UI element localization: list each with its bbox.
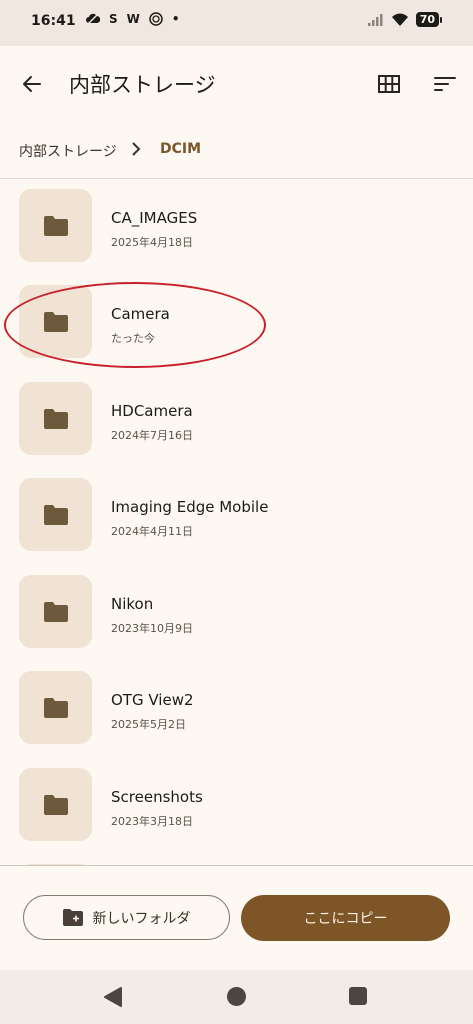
folder-thumbnail (19, 478, 92, 551)
new-folder-button[interactable]: 新しいフォルダ (23, 895, 230, 940)
breadcrumb: 内部ストレージ DCIM (0, 122, 473, 178)
folder-thumbnail (19, 189, 92, 262)
notification-icons: S W • (86, 12, 180, 26)
bottom-action-bar: 新しいフォルダ ここにコピー (0, 866, 473, 970)
sort-icon (434, 77, 456, 91)
folder-icon (43, 408, 68, 429)
folder-date: 2024年4月11日 (111, 525, 193, 538)
folder-name: HDCamera (111, 402, 193, 420)
folder-date: 2024年7月16日 (111, 429, 193, 442)
list-item-partial[interactable] (0, 854, 473, 865)
folder-name: Imaging Edge Mobile (111, 498, 269, 516)
list-item[interactable]: OTG View2 2025年5月2日 (0, 661, 473, 757)
nav-back-icon[interactable] (104, 987, 122, 1007)
top-app-bar: 内部ストレージ (0, 46, 473, 122)
folder-thumbnail (19, 382, 92, 455)
folder-date: 2025年5月2日 (111, 718, 186, 731)
dot-icon: • (171, 12, 180, 26)
chevron-right-icon (132, 142, 141, 156)
list-item[interactable]: Imaging Edge Mobile 2024年4月11日 (0, 468, 473, 564)
nav-home-icon[interactable] (227, 987, 246, 1006)
list-item[interactable]: Camera たった今 (0, 275, 473, 371)
nfc-icon (149, 12, 163, 26)
w-app-icon: W (126, 12, 140, 26)
system-icons: 70 (367, 12, 443, 27)
status-time: 16:41 (31, 13, 76, 29)
page-title: 内部ストレージ (69, 73, 216, 97)
new-folder-label: 新しいフォルダ (92, 910, 191, 927)
folder-name: OTG View2 (111, 691, 194, 709)
list-item[interactable]: HDCamera 2024年7月16日 (0, 372, 473, 468)
list-item[interactable]: Nikon 2023年10月9日 (0, 565, 473, 661)
folder-icon (43, 215, 68, 236)
status-bar: 16:41 S W • 70 (0, 0, 473, 46)
grid-view-icon (378, 75, 400, 93)
folder-name: Screenshots (111, 788, 203, 806)
back-button[interactable] (14, 66, 50, 102)
folder-date: 2023年10月9日 (111, 622, 193, 635)
folder-name: CA_IMAGES (111, 209, 198, 227)
folder-thumbnail (19, 768, 92, 841)
signal-icon (367, 13, 383, 26)
folder-list[interactable]: CA_IMAGES 2025年4月18日 Camera たった今 HDCamer… (0, 179, 473, 865)
wifi-icon (391, 13, 408, 26)
folder-icon (43, 794, 68, 815)
grid-view-button[interactable] (371, 66, 407, 102)
breadcrumb-root[interactable]: 内部ストレージ (19, 141, 117, 161)
folder-icon (43, 697, 68, 718)
folder-icon (43, 601, 68, 622)
list-item[interactable]: CA_IMAGES 2025年4月18日 (0, 179, 473, 275)
folder-thumbnail (19, 285, 92, 358)
folder-icon (43, 311, 68, 332)
folder-thumbnail (19, 575, 92, 648)
folder-name: Nikon (111, 595, 154, 613)
sort-button[interactable] (427, 66, 463, 102)
nav-recents-icon[interactable] (349, 987, 367, 1005)
folder-name: Camera (111, 305, 170, 323)
system-navigation-bar (0, 970, 473, 1024)
list-item[interactable]: Screenshots 2023年3月18日 (0, 758, 473, 854)
breadcrumb-current[interactable]: DCIM (160, 141, 201, 157)
s-app-icon: S (109, 12, 118, 26)
folder-thumbnail (19, 671, 92, 744)
cloud-icon (86, 13, 100, 25)
arrow-back-icon (23, 76, 41, 92)
copy-here-button[interactable]: ここにコピー (241, 895, 450, 941)
folder-date: 2025年4月18日 (111, 236, 193, 249)
copy-here-label: ここにコピー (303, 911, 388, 927)
folder-date: たった今 (111, 332, 155, 345)
create-folder-icon (62, 909, 83, 926)
folder-date: 2023年3月18日 (111, 815, 193, 828)
battery-indicator: 70 (415, 12, 443, 27)
folder-icon (43, 504, 68, 525)
